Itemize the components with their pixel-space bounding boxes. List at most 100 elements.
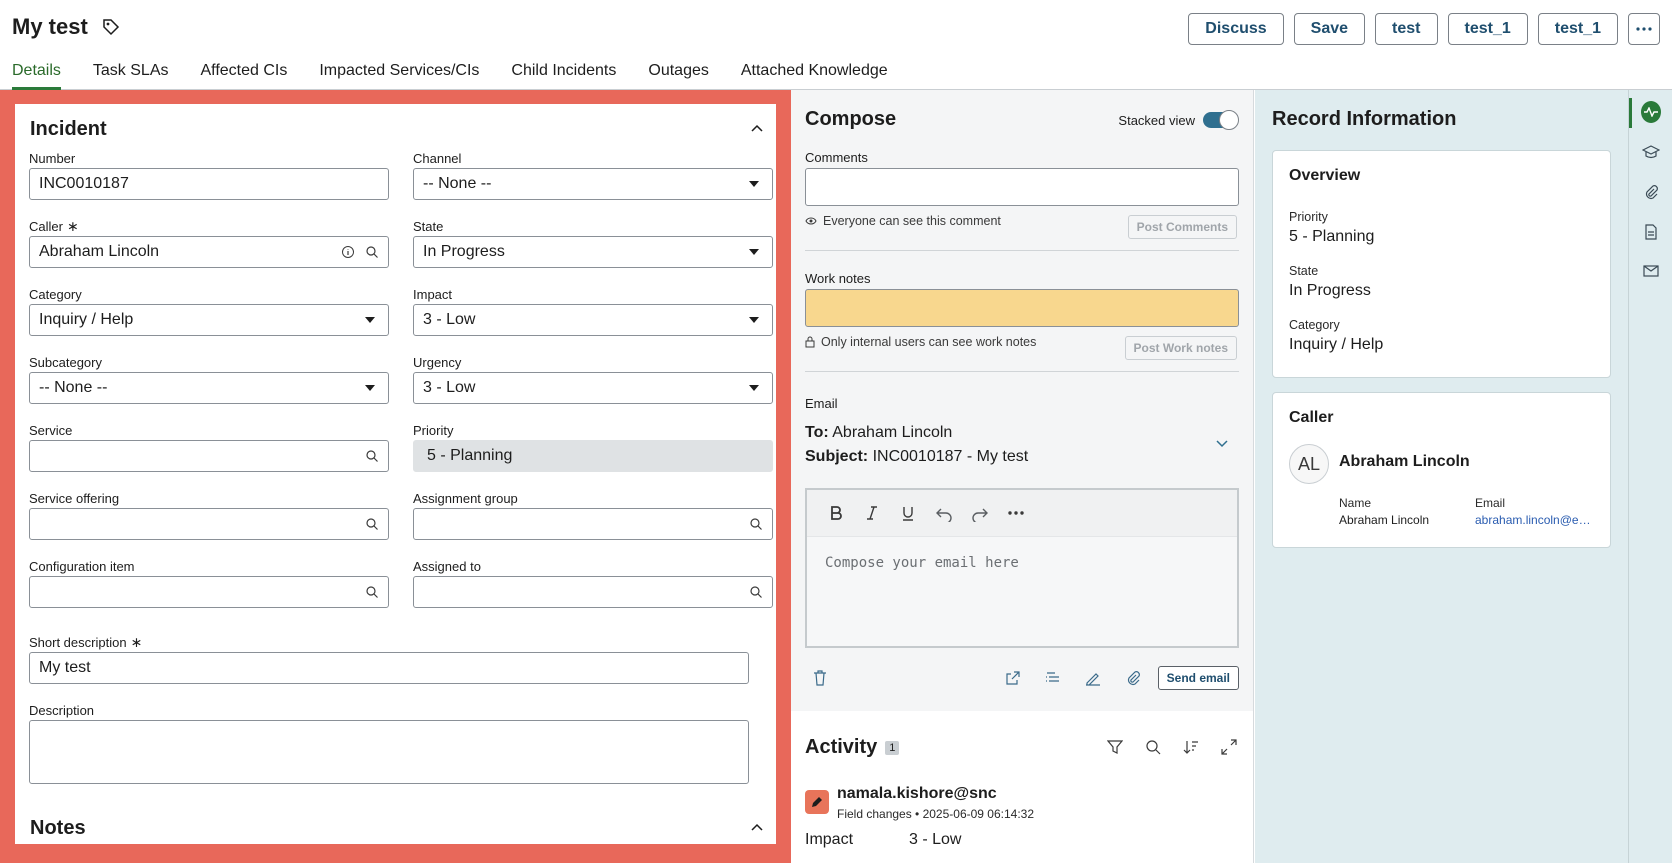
activity-meta: Field changes • 2025-06-09 06:14:32 [837, 807, 1035, 821]
subcategory-field: Subcategory -- None -- [29, 352, 389, 404]
caller-email-link[interactable]: abraham.lincoln@example.com [1475, 513, 1595, 527]
description-textarea[interactable] [29, 720, 749, 784]
category-select[interactable]: Inquiry / Help [29, 304, 389, 336]
filter-icon[interactable] [1107, 739, 1123, 755]
side-rail [1628, 90, 1672, 863]
graduation-cap-icon [1642, 145, 1660, 159]
test-1-button-2[interactable]: test_1 [1537, 13, 1618, 45]
record-info-rail-item[interactable] [1641, 101, 1661, 123]
send-email-button[interactable]: Send email [1157, 666, 1239, 690]
collapse-chevron-icon[interactable] [750, 821, 764, 835]
more-icon[interactable] [1007, 504, 1025, 522]
caller-card: Caller AL Abraham Lincoln Name Abraham L… [1272, 392, 1611, 548]
activity-title-text: Activity [805, 736, 878, 758]
email-body-editor[interactable]: Compose your email here [807, 536, 1237, 646]
bold-icon[interactable] [827, 504, 845, 522]
caller-value: Abraham Lincoln [39, 243, 160, 260]
signature-icon[interactable] [1085, 670, 1101, 686]
impact-select[interactable]: 3 - Low [413, 304, 773, 336]
record-info-title: Record Information [1272, 108, 1457, 130]
external-link-icon[interactable] [1005, 670, 1021, 686]
test-1-button[interactable]: test_1 [1447, 13, 1528, 45]
tab-affected-cis[interactable]: Affected CIs [201, 62, 288, 90]
search-icon[interactable] [365, 245, 379, 259]
trash-icon[interactable] [813, 670, 827, 686]
service-offering-input[interactable] [29, 508, 389, 540]
comments-textarea[interactable] [805, 168, 1239, 206]
activity-field-value: 3 - Low [909, 831, 962, 848]
comments-hint-text: Everyone can see this comment [823, 214, 1001, 228]
tag-icon[interactable] [102, 18, 120, 36]
search-icon[interactable] [749, 585, 763, 599]
impact-label: Impact [413, 286, 453, 302]
configuration-item-input[interactable] [29, 576, 389, 608]
number-input[interactable]: INC0010187 [29, 168, 389, 200]
assigned-to-input[interactable] [413, 576, 773, 608]
state-label: State [413, 218, 444, 234]
overview-card: Overview Priority 5 - Planning State In … [1272, 150, 1611, 378]
sort-icon[interactable] [1183, 739, 1199, 755]
post-comments-button[interactable]: Post Comments [1127, 215, 1237, 239]
paperclip-icon[interactable] [1125, 670, 1141, 686]
editor-toolbar [807, 490, 1237, 536]
priority-label: Priority [413, 422, 454, 438]
assignment-group-input[interactable] [413, 508, 773, 540]
tab-task-slas[interactable]: Task SLAs [93, 62, 169, 90]
template-icon[interactable] [1045, 670, 1061, 686]
state-field: State In Progress [413, 216, 773, 268]
more-actions-button[interactable] [1628, 13, 1660, 45]
activity-title: Activity 1 [805, 736, 900, 759]
subcategory-select[interactable]: -- None -- [29, 372, 389, 404]
post-work-notes-button[interactable]: Post Work notes [1124, 336, 1237, 360]
urgency-field: Urgency 3 - Low [413, 352, 773, 404]
work-notes-textarea[interactable] [805, 289, 1239, 327]
search-icon[interactable] [365, 517, 379, 531]
divider [805, 250, 1239, 251]
test-button[interactable]: test [1375, 13, 1438, 45]
short-description-value: My test [39, 659, 91, 676]
underline-icon[interactable] [899, 504, 917, 522]
state-select[interactable]: In Progress [413, 236, 773, 268]
priority-value: 5 - Planning [427, 447, 513, 464]
urgency-select[interactable]: 3 - Low [413, 372, 773, 404]
dropdown-caret-icon [749, 181, 759, 187]
caller-input[interactable]: Abraham Lincoln [29, 236, 389, 268]
search-icon[interactable] [365, 449, 379, 463]
search-icon[interactable] [1145, 739, 1161, 755]
caller-card-name[interactable]: Abraham Lincoln [1339, 453, 1470, 471]
email-rail-item[interactable] [1641, 260, 1661, 280]
stacked-view-toggle[interactable] [1203, 110, 1239, 130]
channel-select[interactable]: -- None -- [413, 168, 773, 200]
activity-section: Activity 1 namala.kishore@snc Field chang… [791, 711, 1253, 863]
activity-user[interactable]: namala.kishore@snc [837, 785, 997, 803]
tab-details[interactable]: Details [12, 62, 61, 90]
service-input[interactable] [29, 440, 389, 472]
attachments-rail-item[interactable] [1641, 182, 1661, 202]
category-label: Category [29, 286, 82, 302]
tab-attached-knowledge[interactable]: Attached Knowledge [741, 62, 888, 90]
record-header: My test Discuss Save test test_1 test_1 … [0, 0, 1672, 90]
knowledge-rail-item[interactable] [1641, 142, 1661, 162]
documents-rail-item[interactable] [1641, 222, 1661, 242]
italic-icon[interactable] [863, 504, 881, 522]
email-subject-line: Subject: INC0010187 - My test [805, 448, 1028, 466]
tab-impacted-services[interactable]: Impacted Services/CIs [319, 62, 479, 90]
redo-icon[interactable] [971, 504, 989, 522]
comments-hint: Everyone can see this comment [805, 214, 1001, 228]
search-icon[interactable] [749, 517, 763, 531]
save-button[interactable]: Save [1293, 13, 1366, 45]
form-highlight: Incident Number INC0010187 Channel -- No… [0, 90, 791, 863]
tab-outages[interactable]: Outages [648, 62, 708, 90]
email-subject-value: INC0010187 - My test [872, 448, 1029, 465]
stacked-view-label: Stacked view [1118, 112, 1195, 128]
short-description-input[interactable]: My test [29, 652, 749, 684]
expand-icon[interactable] [1221, 739, 1237, 755]
search-icon[interactable] [365, 585, 379, 599]
info-icon[interactable] [341, 245, 355, 259]
overview-category-label: Category [1289, 318, 1340, 332]
undo-icon[interactable] [935, 504, 953, 522]
chevron-down-icon[interactable] [1215, 438, 1229, 448]
discuss-button[interactable]: Discuss [1188, 13, 1284, 45]
collapse-chevron-icon[interactable] [750, 122, 764, 136]
tab-child-incidents[interactable]: Child Incidents [511, 62, 616, 90]
